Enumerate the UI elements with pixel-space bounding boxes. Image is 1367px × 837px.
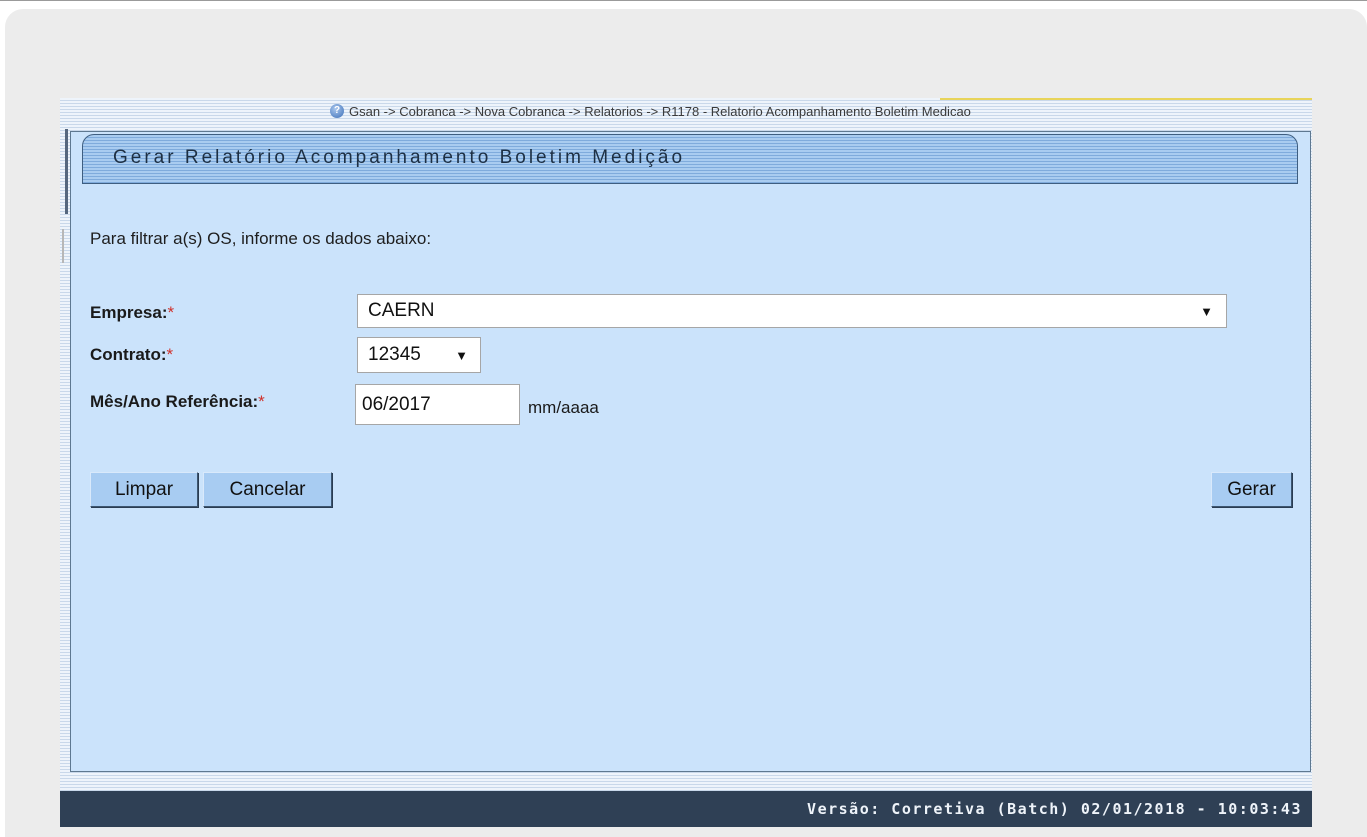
- side-frame-mark: [60, 129, 68, 214]
- page-title: Gerar Relatório Acompanhamento Boletim M…: [113, 147, 686, 168]
- screen: ? Gsan -> Cobranca -> Nova Cobranca -> R…: [0, 0, 1367, 837]
- contrato-select[interactable]: 12345 ▼: [357, 337, 481, 373]
- required-marker: *: [166, 345, 174, 364]
- cancelar-button[interactable]: Cancelar: [203, 472, 332, 507]
- breadcrumb-text: Gsan -> Cobranca -> Nova Cobranca -> Rel…: [349, 103, 971, 119]
- version-footer: Versão: Corretiva (Batch) 02/01/2018 - 1…: [60, 791, 1312, 827]
- limpar-button[interactable]: Limpar: [90, 472, 198, 507]
- mes-ano-label-text: Mês/Ano Referência:: [90, 392, 259, 411]
- required-marker: *: [167, 303, 175, 322]
- mes-ano-input-value: 06/2017: [362, 393, 431, 415]
- date-format-hint: mm/aaaa: [528, 398, 599, 417]
- contrato-label: Contrato:*: [90, 345, 173, 365]
- contrato-select-value: 12345: [368, 344, 421, 365]
- empresa-select-value: CAERN: [368, 300, 435, 321]
- empresa-select[interactable]: CAERN ▼: [357, 294, 1227, 328]
- required-marker: *: [258, 392, 265, 411]
- gerar-button[interactable]: Gerar: [1211, 472, 1292, 507]
- mes-ano-label: Mês/Ano Referência:*: [90, 392, 265, 412]
- empresa-label-text: Empresa:: [90, 303, 168, 322]
- version-text: Versão: Corretiva (Batch) 02/01/2018 - 1…: [807, 800, 1302, 818]
- instructions-text: Para filtrar a(s) OS, informe os dados a…: [90, 229, 432, 248]
- chevron-down-icon: ▼: [455, 347, 468, 363]
- contrato-label-text: Contrato:: [90, 345, 167, 364]
- mes-ano-input[interactable]: 06/2017: [355, 384, 520, 425]
- content-panel: [70, 131, 1311, 772]
- help-icon[interactable]: ?: [330, 104, 344, 118]
- breadcrumb-accent-line: [940, 98, 1312, 100]
- breadcrumb: ? Gsan -> Cobranca -> Nova Cobranca -> R…: [330, 101, 1312, 121]
- side-frame-mark-small: [60, 229, 64, 263]
- chevron-down-icon: ▼: [1200, 303, 1213, 319]
- empresa-label: Empresa:*: [90, 303, 174, 323]
